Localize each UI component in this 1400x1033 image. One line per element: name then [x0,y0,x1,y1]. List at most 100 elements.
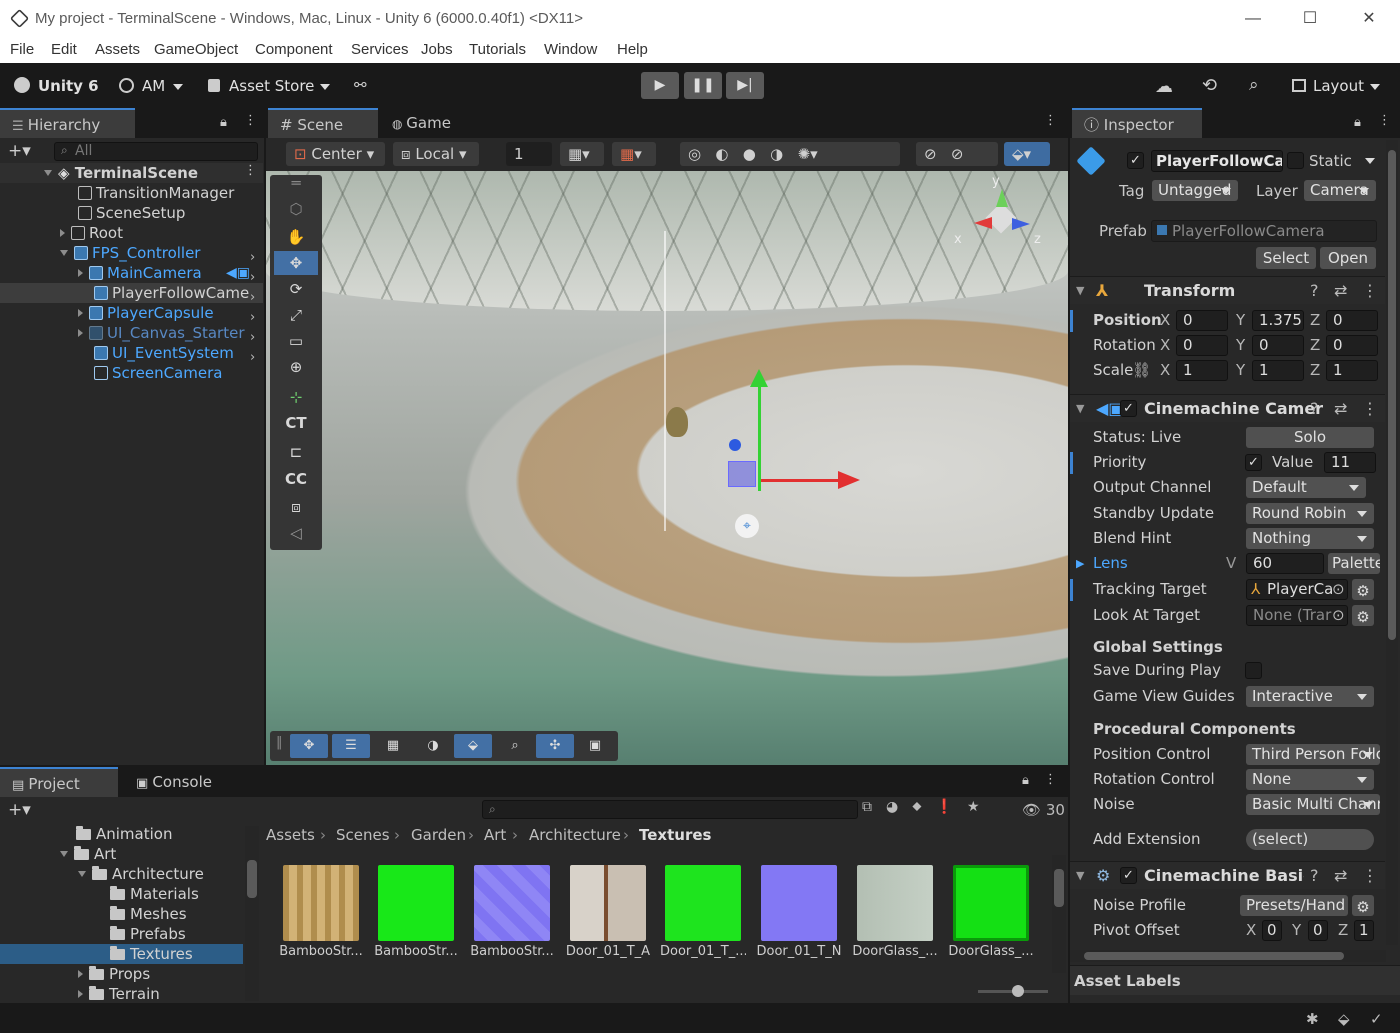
check-icon[interactable]: ✓ [1370,1010,1383,1028]
solo-button[interactable]: Solo [1246,427,1374,448]
gear-icon[interactable]: ⚙ [1352,605,1374,626]
scene-viewport[interactable]: ⌖ y x z [266,171,1068,765]
open-button[interactable]: Open [1320,247,1376,269]
step-button[interactable]: ▶| [726,72,764,99]
menu-gameobject[interactable]: GameObject [154,41,238,58]
preset-icon[interactable]: ⇄ [1334,395,1347,423]
pivot-x-field[interactable]: 0 [1262,920,1282,941]
list-item[interactable]: TransitionManager [0,183,263,203]
tab-hierarchy[interactable]: ☰ Hierarchy [0,108,135,138]
pivot-dropdown[interactable]: ⊡ Center ▾ [286,142,385,166]
noise-profile-button[interactable]: Presets/Hand [1240,895,1348,916]
tree-item[interactable]: Terrain [0,984,243,1004]
cinemachine-basic-header[interactable]: ▼ ⚙ ✓ Cinemachine Basic I ? ⇄ ⋮ [1070,861,1385,889]
kebab-menu-icon[interactable]: ⋮ [1044,772,1057,787]
object-name-field[interactable]: PlayerFollowCa [1151,150,1283,172]
add-dropdown[interactable]: +▾ [8,800,31,820]
tree-scrollbar[interactable] [245,826,259,1001]
shading-mode-group[interactable]: ◎ ◐ ● ◑ ✺▾ [680,142,900,166]
list-item[interactable]: FPS_Controller [0,243,263,263]
texture-thumbnail[interactable] [378,865,454,941]
grid-snap-toggle[interactable]: ▦▾ [560,142,604,166]
static-dropdown[interactable] [1365,158,1375,164]
rotation-y-field[interactable]: 0 [1252,335,1304,356]
scene-visibility-group[interactable]: ⊘ ⊘ [916,142,998,166]
search-filter-icons[interactable]: ⧉◕⬥❗★ [862,799,994,815]
static-checkbox[interactable] [1287,152,1304,169]
cloud-icon[interactable]: ☁ [1155,76,1173,97]
debug-icon[interactable]: ✱ [1306,1010,1319,1028]
standby-update-dropdown[interactable]: Round Robin [1246,503,1374,524]
rect-tool[interactable]: ▭ [274,329,318,353]
menu-jobs[interactable]: Jobs [421,41,453,58]
tree-item[interactable]: Prefabs [0,924,243,944]
game-view-guides-dropdown[interactable]: Interactive [1246,686,1374,707]
layout-dropdown[interactable]: Layout [1313,77,1364,95]
menu-services[interactable]: Services [351,41,409,58]
transform-tool[interactable]: ⊕ [274,355,318,379]
kebab-menu-icon[interactable]: ⋮ [1044,113,1057,128]
priority-checkbox[interactable]: ✓ [1245,454,1262,471]
list-item[interactable]: SceneSetup [0,203,263,223]
pivot-z-field[interactable]: 1 [1354,920,1374,941]
menu-edit[interactable]: Edit [51,41,77,58]
link-icon[interactable]: ⛓ [1132,358,1151,383]
tree-item[interactable]: Textures [0,944,243,964]
kebab-menu-icon[interactable]: ⋮ [1378,113,1391,128]
kebab-menu-icon[interactable]: ⋮ [244,163,257,178]
hierarchy-search-input[interactable]: All [54,142,258,161]
tree-item[interactable]: Materials [0,884,243,904]
tree-item[interactable]: Meshes [0,904,243,924]
scale-tool[interactable]: ⤢ [274,303,318,327]
overlay-shading-button[interactable]: ◑ [414,734,452,758]
output-channel-dropdown[interactable]: Default [1246,477,1366,498]
scale-x-field[interactable]: 1 [1176,360,1228,381]
gear-icon[interactable]: ⚙ [1352,895,1374,916]
play-button[interactable]: ▶ [641,72,679,99]
tab-console[interactable]: ▣ Console [124,767,244,797]
help-icon[interactable]: ? [1310,862,1319,890]
tree-item[interactable]: Props [0,964,243,984]
component-enabled-checkbox[interactable]: ✓ [1120,400,1137,417]
object-picker-icon[interactable]: ⊙ [1332,603,1345,628]
view-tool[interactable]: ⬡ [274,197,318,221]
list-item[interactable]: Root [0,223,263,243]
list-item[interactable]: PlayerCapsule [0,303,263,323]
tree-item[interactable]: Art [0,844,243,864]
lock-icon[interactable]: 🔒︎ [220,115,227,130]
frame-tool[interactable]: ⧈ [274,495,318,519]
cc-tool[interactable]: CC [274,467,318,491]
minimize-button[interactable]: — [1233,6,1273,32]
tree-item[interactable]: Architecture [0,864,243,884]
space-dropdown[interactable]: ⧈ Local ▾ [393,142,479,166]
assets-scrollbar[interactable] [1052,855,1066,973]
prefab-field[interactable]: PlayerFollowCamera [1151,220,1377,242]
breadcrumb-item[interactable]: Architecture [529,826,621,844]
texture-thumbnail[interactable] [283,865,359,941]
custom-tool[interactable]: ⊹ [274,385,318,409]
hand-tool[interactable]: ✋ [274,225,318,249]
position-y-field[interactable]: 1.375 [1252,310,1304,331]
gear-icon[interactable]: ⚙ [1352,579,1374,600]
texture-thumbnail[interactable] [953,865,1029,941]
scale-z-field[interactable]: 1 [1326,360,1378,381]
position-x-field[interactable]: 0 [1176,310,1228,331]
rotation-x-field[interactable]: 0 [1176,335,1228,356]
chevron-right-icon[interactable]: › › › › › › [250,248,255,368]
rotation-z-field[interactable]: 0 [1326,335,1378,356]
tab-game[interactable]: ◍ Game [380,108,480,138]
object-picker-icon[interactable]: ⊙ [1332,577,1345,602]
list-item[interactable]: PlayerFollowCame [0,283,263,303]
kebab-menu-icon[interactable]: ⋮ [1362,862,1378,890]
drag-handle[interactable]: ═ [274,176,318,191]
list-item[interactable]: UI_Canvas_Starter [0,323,263,343]
grid-visibility-toggle[interactable]: ▦▾ [612,142,656,166]
noise-dropdown[interactable]: Basic Multi Chann [1246,794,1380,815]
kebab-menu-icon[interactable]: ⋮ [244,113,257,128]
palette-button[interactable]: Palette [1328,553,1380,574]
list-item[interactable]: UI_EventSystem [0,343,263,363]
orientation-gizmo[interactable]: y x z [954,174,1041,254]
gizmos-toggle[interactable]: ⬙▾ [1004,142,1050,166]
select-button[interactable]: Select [1256,247,1316,269]
rotation-control-dropdown[interactable]: None [1246,769,1374,790]
